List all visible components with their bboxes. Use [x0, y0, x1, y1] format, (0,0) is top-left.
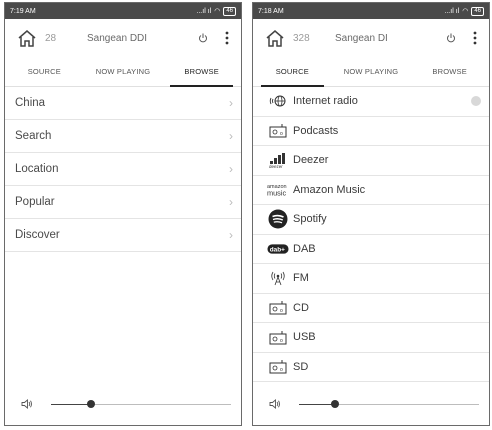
source-item-dab[interactable]: dab+ DAB — [253, 235, 489, 264]
volume-knob[interactable] — [331, 399, 339, 408]
source-item-fm[interactable]: FM — [253, 264, 489, 294]
source-item-deezer[interactable]: deezer Deezer — [253, 146, 489, 176]
svg-text:music: music — [267, 188, 286, 197]
source-item-usb[interactable]: o USB — [253, 323, 489, 353]
tab-browse[interactable]: BROWSE — [162, 57, 241, 87]
svg-text:deezer: deezer — [269, 164, 283, 168]
status-time: 7:18 AM — [258, 7, 284, 15]
wifi-icon: ◠ — [214, 8, 221, 15]
battery-icon: 46 — [223, 6, 236, 16]
fm-icon — [267, 270, 289, 286]
tab-browse[interactable]: BROWSE — [410, 57, 489, 86]
signal-icon: ...ıl ıl — [444, 7, 460, 15]
deezer-icon: deezer — [267, 152, 289, 168]
svg-text:o: o — [280, 308, 283, 314]
chevron-right-icon: › — [229, 228, 233, 242]
dab-icon: dab+ — [267, 242, 289, 256]
source-label: Amazon Music — [293, 183, 366, 196]
list-item-label: Search — [15, 130, 52, 142]
volume-slider[interactable] — [299, 399, 479, 408]
wifi-icon: ◠ — [462, 8, 469, 15]
source-item-spotify[interactable]: Spotify — [253, 205, 489, 235]
phone-browse-screen: 7:19 AM ...ıl ıl ◠ 46 28 Sangean DDI SOU… — [4, 2, 242, 426]
browse-item-discover[interactable]: Discover › — [5, 219, 241, 252]
volume-fill — [299, 403, 335, 405]
source-label: CD — [293, 301, 309, 314]
podcasts-icon: o — [267, 123, 289, 138]
source-list: Internet radio o Podcasts deezer Deezer … — [253, 87, 489, 382]
app-header: 28 Sangean DDI — [5, 19, 241, 57]
phone-source-screen: 7:18 AM ...ıl ıl ◠ 46 328 Sangean DI SOU… — [252, 2, 490, 426]
power-icon[interactable] — [195, 33, 211, 43]
list-item-label: Popular — [15, 196, 55, 208]
speaker-icon — [267, 398, 283, 410]
source-label: DAB — [293, 242, 316, 255]
loading-indicator — [471, 96, 481, 107]
spotify-icon — [267, 209, 289, 229]
browse-item-search[interactable]: Search › — [5, 120, 241, 153]
app-header: 328 Sangean DI — [253, 19, 489, 57]
browse-item-popular[interactable]: Popular › — [5, 186, 241, 219]
amazon-music-icon: amazon music — [267, 182, 289, 198]
source-item-podcasts[interactable]: o Podcasts — [253, 117, 489, 146]
more-options-icon[interactable] — [221, 31, 233, 45]
device-number: 28 — [45, 32, 57, 44]
browse-list: China › Search › Location › Popular › Di… — [5, 87, 241, 252]
svg-text:o: o — [280, 131, 283, 137]
chevron-right-icon: › — [229, 129, 233, 143]
signal-icon: ...ıl ıl — [196, 7, 212, 15]
browse-item-china[interactable]: China › — [5, 87, 241, 120]
source-label: Spotify — [293, 213, 327, 226]
source-item-internet-radio[interactable]: Internet radio — [253, 87, 489, 117]
tab-source[interactable]: SOURCE — [5, 57, 84, 86]
speaker-icon — [19, 398, 35, 410]
cd-icon: o — [267, 300, 289, 315]
volume-knob[interactable] — [86, 399, 95, 408]
tab-bar: SOURCE NOW PLAYING BROWSE — [5, 57, 241, 87]
device-number: 328 — [293, 32, 310, 44]
internet-radio-icon — [267, 94, 289, 108]
device-name[interactable]: Sangean DDI — [87, 33, 189, 44]
list-item-label: Location — [15, 163, 59, 175]
volume-control — [253, 393, 489, 415]
source-label: Podcasts — [293, 124, 339, 137]
svg-text:o: o — [280, 338, 283, 344]
status-time: 7:19 AM — [10, 7, 36, 15]
chevron-right-icon: › — [229, 96, 233, 110]
volume-control — [5, 393, 241, 415]
power-icon[interactable] — [443, 33, 459, 43]
volume-fill — [51, 403, 91, 405]
usb-icon: o — [267, 330, 289, 345]
sd-icon: o — [267, 359, 289, 374]
source-item-amazon-music[interactable]: amazon music Amazon Music — [253, 176, 489, 205]
tab-source[interactable]: SOURCE — [253, 57, 332, 87]
battery-icon: 46 — [471, 6, 484, 16]
volume-slider[interactable] — [51, 399, 231, 408]
source-label: SD — [293, 360, 309, 373]
status-bar: 7:18 AM ...ıl ıl ◠ 46 — [253, 3, 489, 19]
source-label: Deezer — [293, 154, 329, 167]
list-item-label: Discover — [15, 229, 60, 241]
source-label: FM — [293, 272, 309, 285]
list-item-label: China — [15, 97, 46, 109]
browse-item-location[interactable]: Location › — [5, 153, 241, 186]
more-options-icon[interactable] — [469, 31, 481, 45]
chevron-right-icon: › — [229, 195, 233, 209]
status-bar: 7:19 AM ...ıl ıl ◠ 46 — [5, 3, 241, 19]
tab-now-playing[interactable]: NOW PLAYING — [332, 57, 411, 86]
tab-now-playing[interactable]: NOW PLAYING — [84, 57, 163, 86]
svg-text:o: o — [280, 367, 283, 373]
source-item-cd[interactable]: o CD — [253, 294, 489, 323]
home-icon[interactable] — [263, 26, 287, 50]
device-name[interactable]: Sangean DI — [335, 33, 437, 44]
svg-text:dab+: dab+ — [270, 247, 285, 254]
source-label: Internet radio — [293, 95, 358, 108]
tab-bar: SOURCE NOW PLAYING BROWSE — [253, 57, 489, 87]
home-icon[interactable] — [15, 26, 39, 50]
source-label: USB — [293, 331, 316, 344]
source-item-sd[interactable]: o SD — [253, 353, 489, 382]
chevron-right-icon: › — [229, 162, 233, 176]
